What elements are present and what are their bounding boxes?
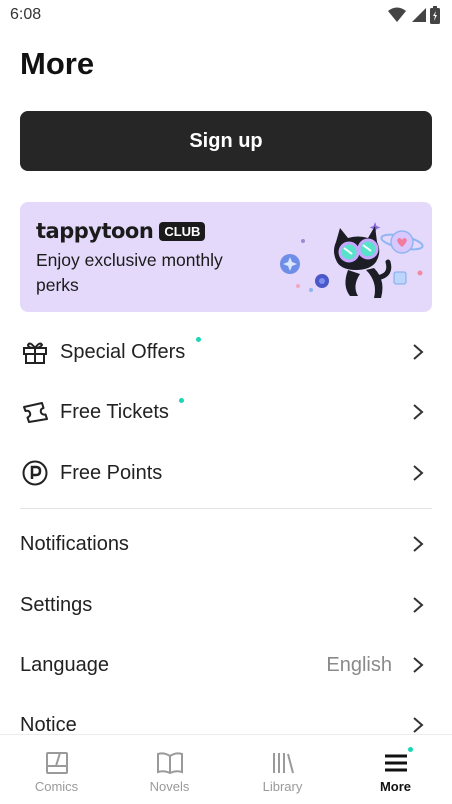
section-divider xyxy=(20,508,432,509)
special-offers-label: Special Offers xyxy=(60,340,186,363)
nav-library[interactable]: Library xyxy=(226,735,339,804)
comics-icon xyxy=(43,749,71,777)
club-banner-text: Enjoy exclusive monthly perks xyxy=(36,250,223,295)
ticket-icon xyxy=(22,399,48,425)
menu-item-special-offers[interactable]: Special Offers xyxy=(0,322,452,382)
chevron-right-icon xyxy=(413,597,424,613)
menu-item-free-points[interactable]: Free Points xyxy=(0,443,452,503)
library-icon xyxy=(269,749,297,777)
page-title: More xyxy=(20,46,95,81)
gift-icon xyxy=(22,339,48,365)
points-icon xyxy=(22,460,48,486)
nav-more[interactable]: More xyxy=(339,735,452,804)
club-brand: tappytoon CLUB xyxy=(36,219,206,243)
nav-comics-label: Comics xyxy=(34,779,79,794)
status-bar: 6:08 xyxy=(0,0,452,32)
club-banner[interactable]: tappytoon CLUB Enjoy exclusive monthly p… xyxy=(20,202,432,312)
new-indicator-dot xyxy=(179,398,184,403)
chevron-right-icon xyxy=(413,536,424,552)
nav-novels[interactable]: Novels xyxy=(113,735,226,804)
language-value: English xyxy=(326,653,392,676)
status-time: 6:08 xyxy=(10,6,42,23)
sign-up-label: Sign up xyxy=(189,129,263,152)
menu-item-notifications[interactable]: Notifications xyxy=(0,514,452,574)
chevron-right-icon xyxy=(413,717,424,733)
nav-more-label: More xyxy=(379,779,412,794)
club-tag: CLUB xyxy=(159,221,206,241)
nav-novels-label: Novels xyxy=(149,779,190,794)
chevron-right-icon xyxy=(413,465,424,481)
battery-icon xyxy=(430,6,440,24)
chevron-right-icon xyxy=(413,657,424,673)
menu-icon xyxy=(382,747,413,777)
sign-up-button[interactable]: Sign up xyxy=(20,111,432,171)
chevron-right-icon xyxy=(413,344,424,360)
language-label: Language xyxy=(20,653,109,676)
notifications-label: Notifications xyxy=(20,532,129,555)
signal-icon xyxy=(412,8,426,22)
book-icon xyxy=(156,749,184,777)
chevron-right-icon xyxy=(413,404,424,420)
menu-item-language[interactable]: Language English xyxy=(0,635,452,695)
new-indicator-dot xyxy=(196,337,201,342)
bottom-nav: Comics Novels Library More xyxy=(0,734,452,804)
free-tickets-label: Free Tickets xyxy=(60,400,169,423)
wifi-icon xyxy=(388,7,406,22)
settings-label: Settings xyxy=(20,593,93,616)
tappytoon-logo: tappytoon xyxy=(36,219,154,243)
nav-library-label: Library xyxy=(262,779,303,794)
cat-illustration-icon xyxy=(280,222,424,298)
status-icons xyxy=(388,6,440,24)
new-indicator-dot xyxy=(407,747,413,752)
free-points-label: Free Points xyxy=(60,461,163,484)
nav-comics[interactable]: Comics xyxy=(0,735,113,804)
menu-item-settings[interactable]: Settings xyxy=(0,575,452,635)
menu-item-free-tickets[interactable]: Free Tickets xyxy=(0,382,452,442)
